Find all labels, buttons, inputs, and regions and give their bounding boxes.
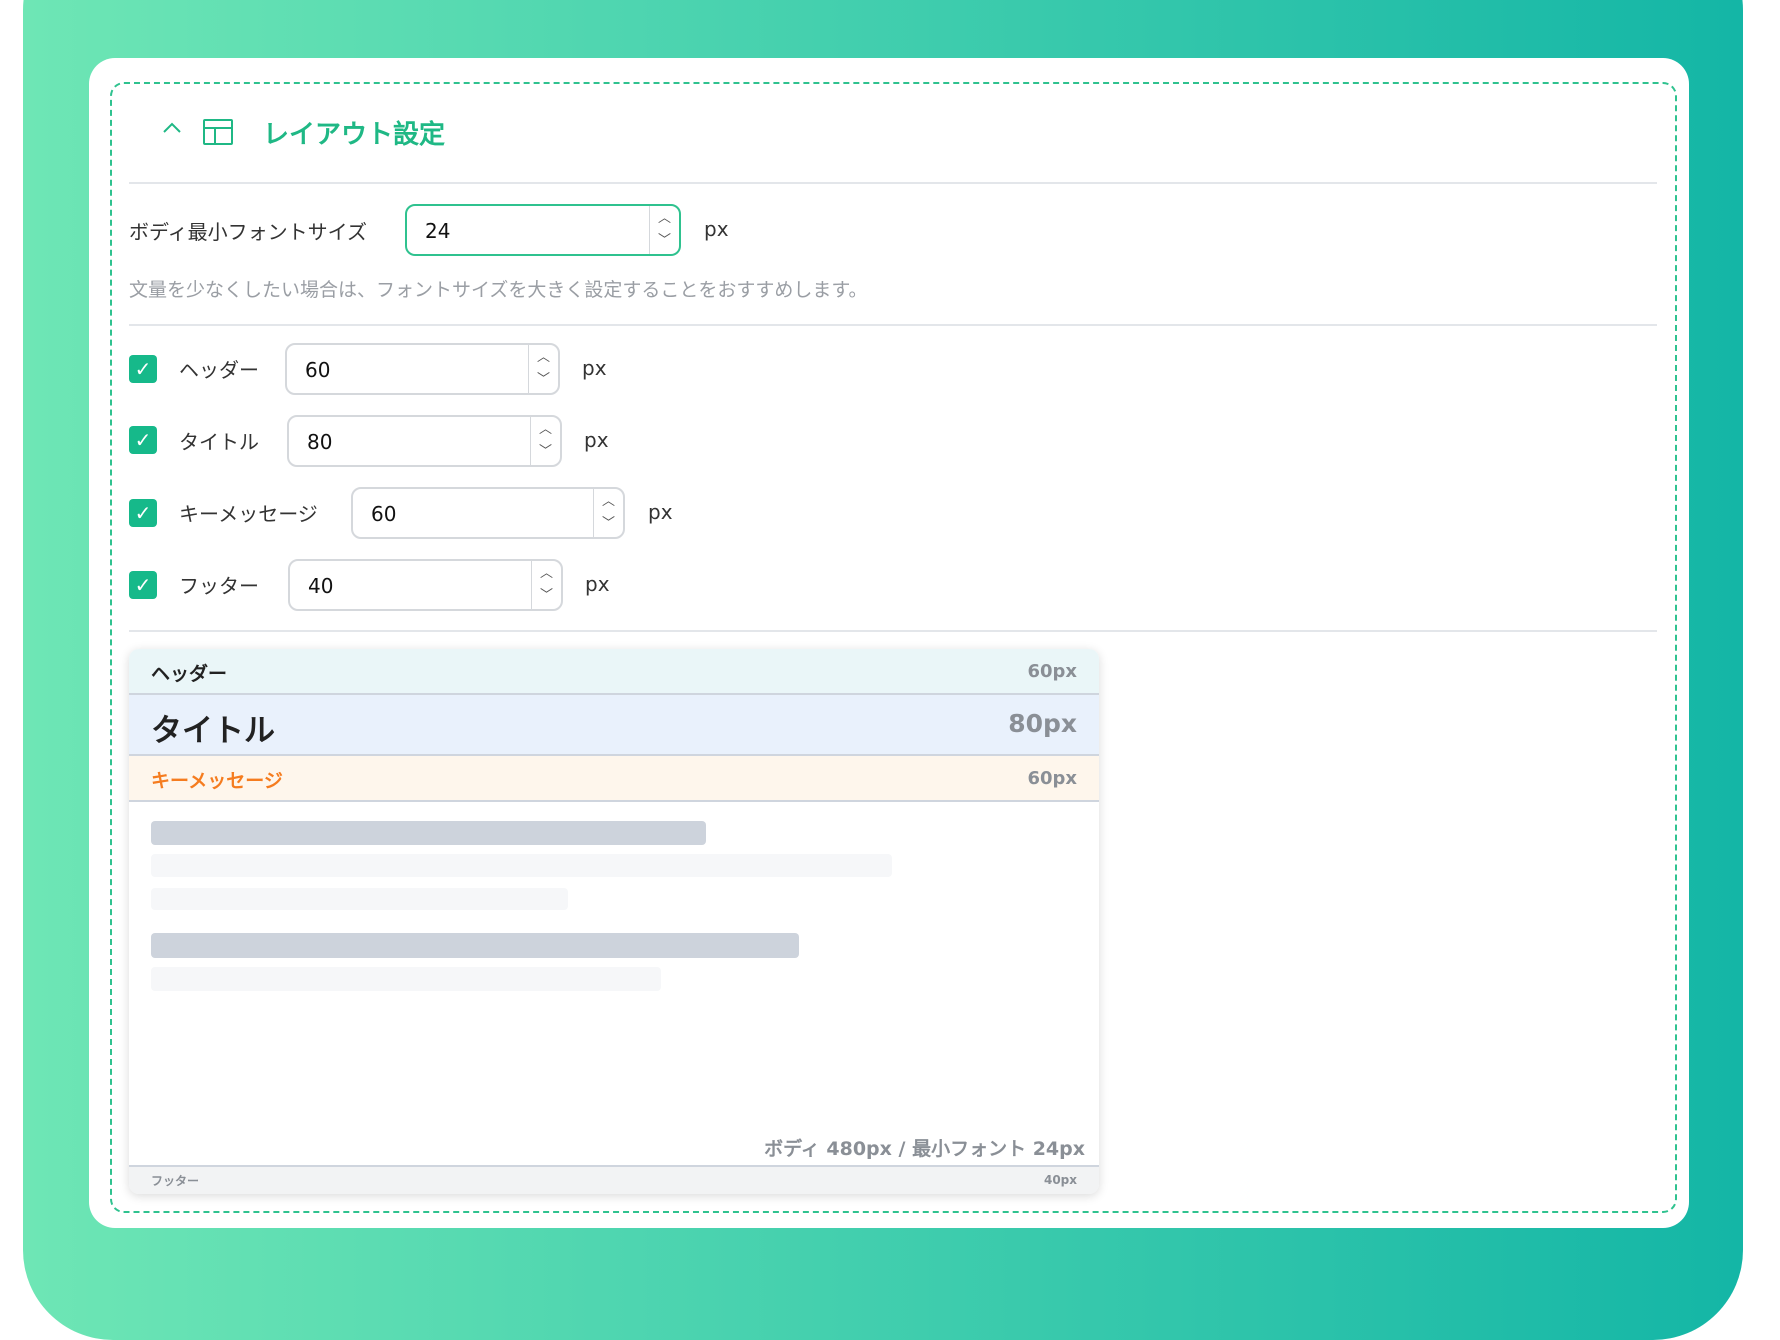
unit-label: px [584,428,609,452]
skeleton-line [151,967,661,991]
skeleton-line [151,888,568,910]
stepper[interactable]: ︿ ﹀ [528,345,558,393]
title-size-input[interactable]: 80 ︿ ﹀ [287,415,562,467]
input-value: 60 [371,502,397,526]
chevron-up-icon[interactable] [160,116,184,140]
footer-label: フッター [179,574,259,598]
preview-title-size: 80px [1008,709,1077,738]
header-checkbox[interactable]: ✓ [129,355,157,383]
title-checkbox[interactable]: ✓ [129,426,157,454]
stepper-down-icon[interactable]: ﹀ [650,230,679,252]
body-caption: ボディ 480px / 最小フォント 24px [764,1138,1085,1160]
body-font-label: ボディ最小フォントサイズ [129,220,367,244]
preview-key-size: 60px [1027,768,1077,789]
unit-label: px [704,217,729,241]
key-message-size-input[interactable]: 60 ︿ ﹀ [351,487,625,539]
input-value: 40 [308,574,334,598]
input-value: 80 [307,430,333,454]
skeleton-line [151,821,706,845]
preview-title-label: タイトル [151,713,275,749]
preview-title: タイトル 80px [129,695,1099,756]
stepper[interactable]: ︿ ﹀ [530,417,560,465]
unit-label: px [585,572,610,596]
key-message-label: キーメッセージ [179,502,318,526]
section-title[interactable]: レイアウト設定 [263,114,445,151]
layout-icon [203,119,233,145]
title-label: タイトル [179,430,259,454]
divider [129,630,1657,632]
stepper-up-icon[interactable]: ︿ [650,208,679,230]
preview-footer: フッター 40px [129,1165,1099,1194]
footer-checkbox[interactable]: ✓ [129,571,157,599]
unit-label: px [648,500,673,524]
unit-label: px [582,356,607,380]
skeleton-line [151,933,799,958]
stepper[interactable]: ︿ ﹀ [649,206,679,254]
divider [129,182,1657,184]
layout-preview: ヘッダー 60px タイトル 80px キーメッセージ 60px ボディ 480… [129,649,1099,1194]
hint-text: 文量を少なくしたい場合は、フォントサイズを大きく設定することをおすすめします。 [129,279,868,301]
footer-size-input[interactable]: 40 ︿ ﹀ [288,559,563,611]
key-message-checkbox[interactable]: ✓ [129,499,157,527]
preview-footer-label: フッター [151,1174,200,1188]
input-value: 60 [305,358,331,382]
header-label: ヘッダー [179,358,259,382]
preview-header-size: 60px [1027,661,1077,682]
divider [129,324,1657,326]
preview-header-label: ヘッダー [151,663,228,685]
body-font-input[interactable]: 24 ︿ ﹀ [405,204,681,256]
stepper[interactable]: ︿ ﹀ [593,489,623,537]
skeleton-line [151,854,892,877]
stepper[interactable]: ︿ ﹀ [531,561,561,609]
preview-footer-size: 40px [1043,1173,1077,1187]
preview-header: ヘッダー 60px [129,649,1099,695]
header-size-input[interactable]: 60 ︿ ﹀ [285,343,560,395]
preview-key-label: キーメッセージ [151,770,283,792]
input-value: 24 [425,219,451,243]
preview-key-message: キーメッセージ 60px [129,756,1099,802]
